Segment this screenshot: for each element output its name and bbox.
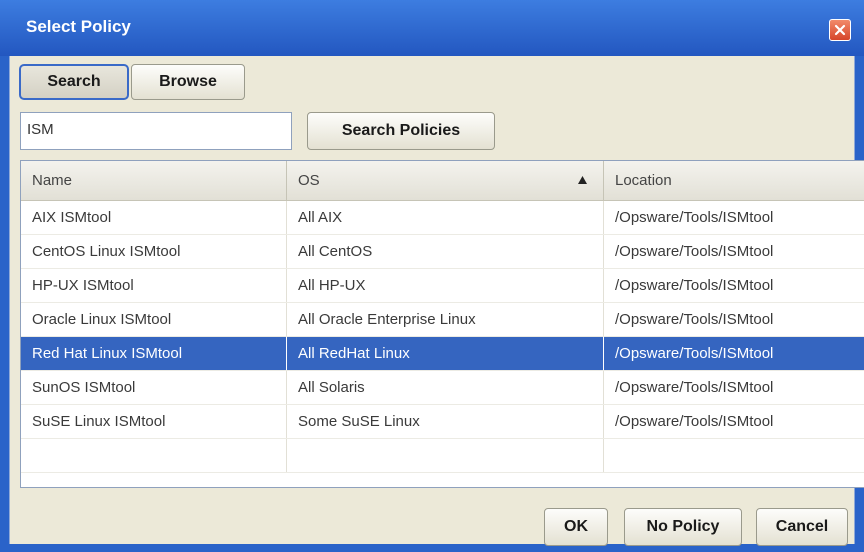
close-icon[interactable]	[829, 19, 851, 41]
cell-os: All AIX	[287, 201, 604, 234]
empty-cell	[21, 439, 287, 472]
cell-name: AIX ISMtool	[21, 201, 287, 234]
cell-location: /Opsware/Tools/ISMtool	[615, 311, 774, 328]
cell-os: Some SuSE Linux	[287, 405, 604, 438]
table-row-selected[interactable]: Red Hat Linux ISMtool All RedHat Linux /…	[21, 337, 864, 371]
no-policy-button[interactable]: No Policy	[624, 508, 742, 546]
cell-location: /Opsware/Tools/ISMtool	[615, 413, 774, 430]
column-header-name[interactable]: Name	[21, 161, 287, 200]
table-row[interactable]: Oracle Linux ISMtool All Oracle Enterpri…	[21, 303, 864, 337]
table-row[interactable]: AIX ISMtool All AIX /Opsware/Tools/ISMto…	[21, 201, 864, 235]
cell-os: All RedHat Linux	[287, 337, 604, 370]
policy-table: Name OS Location AIX ISMtool All AIX /Op…	[20, 160, 864, 488]
cell-name: SuSE Linux ISMtool	[21, 405, 287, 438]
select-policy-dialog: Select Policy Search Browse ISM Search P…	[0, 0, 864, 552]
tab-search[interactable]: Search	[19, 64, 129, 100]
dialog-title: Select Policy	[26, 17, 131, 36]
cell-location: /Opsware/Tools/ISMtool	[615, 277, 774, 294]
table-header: Name OS Location	[21, 161, 864, 201]
cell-name: HP-UX ISMtool	[21, 269, 287, 302]
cancel-button[interactable]: Cancel	[756, 508, 848, 546]
cell-os: All CentOS	[287, 235, 604, 268]
cell-name: Oracle Linux ISMtool	[21, 303, 287, 336]
empty-cell	[604, 439, 864, 472]
sort-ascending-icon	[578, 176, 587, 184]
search-policies-button[interactable]: Search Policies	[307, 112, 495, 150]
table-row[interactable]: HP-UX ISMtool All HP-UX /Opsware/Tools/I…	[21, 269, 864, 303]
title-bar[interactable]: Select Policy	[0, 0, 864, 56]
column-header-os[interactable]: OS	[287, 161, 604, 200]
table-row[interactable]: SuSE Linux ISMtool Some SuSE Linux /Opsw…	[21, 405, 864, 439]
cell-name: CentOS Linux ISMtool	[21, 235, 287, 268]
empty-table-row	[21, 439, 864, 473]
cell-location: /Opsware/Tools/ISMtool	[615, 379, 774, 396]
cell-location: /Opsware/Tools/ISMtool	[615, 209, 774, 226]
column-header-os-label: OS	[298, 172, 320, 189]
cell-name: Red Hat Linux ISMtool	[21, 337, 287, 370]
cell-name: SunOS ISMtool	[21, 371, 287, 404]
table-row[interactable]: CentOS Linux ISMtool All CentOS /Opsware…	[21, 235, 864, 269]
cell-location: /Opsware/Tools/ISMtool	[615, 243, 774, 260]
cell-os: All HP-UX	[287, 269, 604, 302]
empty-cell	[287, 439, 604, 472]
cell-os: All Solaris	[287, 371, 604, 404]
search-input[interactable]: ISM	[20, 112, 292, 150]
cell-os: All Oracle Enterprise Linux	[287, 303, 604, 336]
column-header-location[interactable]: Location	[604, 161, 864, 200]
cell-location: /Opsware/Tools/ISMtool	[604, 337, 864, 370]
tab-browse[interactable]: Browse	[131, 64, 245, 100]
table-row[interactable]: SunOS ISMtool All Solaris /Opsware/Tools…	[21, 371, 864, 405]
ok-button[interactable]: OK	[544, 508, 608, 546]
dialog-body: Search Browse ISM Search Policies Name O…	[9, 56, 864, 546]
